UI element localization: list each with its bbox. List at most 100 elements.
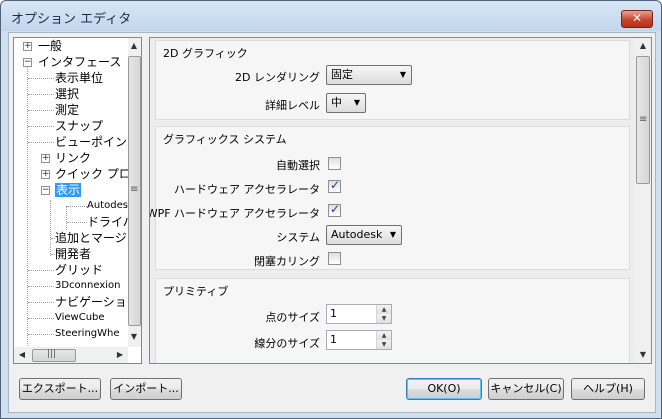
tree-item-label: スナップ [55, 119, 104, 133]
stepper-value: 1 [330, 333, 337, 346]
tree-connector [28, 142, 54, 143]
occlusion-culling-label: 閉塞カリング [254, 255, 320, 268]
tree-item-3dconnexion[interactable]: 3Dconnexion [55, 278, 120, 294]
hw-accelerator-checkbox[interactable]: ✓ [328, 178, 341, 193]
grip-icon: ≡ [639, 114, 648, 125]
tree-item-grid[interactable]: グリッド [55, 262, 103, 278]
button-label: キャンセル(C) [490, 382, 562, 395]
title-bar[interactable]: オプション エディタ ✕ [1, 1, 661, 31]
import-button[interactable]: インポート... [110, 378, 182, 400]
tree-item-snap[interactable]: スナップ [55, 118, 103, 134]
tree-connector [28, 334, 54, 335]
expand-icon[interactable]: + [23, 42, 32, 51]
expand-icon[interactable]: + [41, 154, 50, 163]
help-button[interactable]: ヘルプ(H) [571, 378, 645, 400]
scroll-right-icon[interactable]: ▶ [112, 347, 128, 363]
spin-down-icon[interactable]: ▼ [377, 314, 391, 323]
close-button[interactable]: ✕ [621, 10, 653, 28]
tree-item-quick-properties[interactable]: クイック プロパ [55, 166, 128, 182]
rendering-2d-dropdown[interactable]: 固定 ▼ [326, 65, 412, 85]
tree-vertical-scrollbar[interactable]: ▲ ≡ ▼ [128, 38, 141, 347]
collapse-icon[interactable]: − [41, 186, 50, 195]
wpf-hw-accelerator-checkbox[interactable]: ✓ [328, 202, 341, 217]
stepper-value: 1 [330, 307, 337, 320]
tree-horizontal-scrollbar[interactable]: ◀ ||| ▶ [14, 347, 128, 363]
chevron-down-icon: ▼ [389, 230, 396, 239]
tree-item-label: ViewCube [55, 312, 105, 323]
spin-up-icon[interactable]: ▲ [377, 331, 391, 340]
tree-item-label: 一般 [38, 39, 63, 53]
occlusion-culling-checkbox[interactable] [328, 252, 341, 265]
tree-item-label: ビューポイント [55, 135, 128, 149]
wpf-hw-accelerator-label: WPF ハードウェア アクセラレータ [150, 207, 320, 220]
collapse-icon[interactable]: − [23, 58, 32, 67]
tree-item-driver[interactable]: ドライバ [87, 214, 128, 230]
group-title: グラフィックス システム [163, 133, 287, 146]
check-icon: ✓ [330, 202, 341, 216]
tree-item-label: インタフェース [38, 55, 122, 69]
export-button[interactable]: エクスポート... [19, 378, 101, 400]
check-icon: ✓ [330, 178, 341, 192]
tree-item-display-units[interactable]: 表示単位 [55, 70, 103, 86]
ok-button[interactable]: OK(O) [406, 378, 482, 400]
tree-item-viewcube[interactable]: ViewCube [55, 310, 105, 326]
tree-connector [28, 286, 54, 287]
button-label: ヘルプ(H) [583, 382, 633, 395]
tree-item-label: 測定 [55, 103, 80, 117]
expand-icon[interactable]: + [41, 170, 50, 179]
dropdown-value: 固定 [331, 68, 353, 81]
tree-item-developer[interactable]: 開発者 [55, 246, 91, 262]
tree-item-navigation[interactable]: ナビゲーション [55, 294, 128, 310]
tree-item-label: SteeringWhe [55, 328, 120, 339]
tree-connector [28, 126, 54, 127]
group-primitives: プリミティブ 点のサイズ 1 ▲ ▼ 線分のサイズ 1 ▲ ▼ [155, 278, 630, 363]
spin-up-icon[interactable]: ▲ [377, 305, 391, 314]
scroll-down-icon[interactable]: ▼ [635, 347, 651, 363]
options-panel: 2D グラフィック 2D レンダリング 固定 ▼ 詳細レベル 中 ▼ グラフィッ… [149, 37, 652, 364]
dialog-client: + 一般 − インタフェース 表示単位 選択 測定 スナップ ビューポイント +… [8, 32, 656, 413]
tree-item-label: リンク [55, 151, 92, 165]
panel-vertical-scrollbar[interactable]: ▲ ≡ ▼ [635, 38, 651, 363]
system-dropdown[interactable]: Autodesk ▼ [326, 225, 402, 245]
spin-down-icon[interactable]: ▼ [377, 340, 391, 349]
close-icon: ✕ [631, 11, 643, 25]
tree-item-label: ドライバ [87, 215, 128, 229]
options-editor-window: オプション エディタ ✕ + 一般 − インタフェース 表示単位 選択 測定 ス… [0, 0, 662, 419]
options-panel-content: 2D グラフィック 2D レンダリング 固定 ▼ 詳細レベル 中 ▼ グラフィッ… [150, 38, 635, 363]
tree-viewport: + 一般 − インタフェース 表示単位 選択 測定 スナップ ビューポイント +… [14, 38, 128, 347]
cancel-button[interactable]: キャンセル(C) [488, 378, 564, 400]
button-label: エクスポート... [21, 382, 99, 395]
tree-item-general[interactable]: 一般 [38, 38, 62, 54]
tree-item-label: 表示単位 [55, 71, 104, 85]
tree-connector [27, 60, 28, 347]
window-title: オプション エディタ [11, 12, 132, 27]
tree-item-autodesk[interactable]: Autodes [87, 198, 128, 214]
tree-item-label: グリッド [55, 263, 104, 277]
hw-accelerator-label: ハードウェア アクセラレータ [174, 183, 320, 196]
tree-item-label: ナビゲーション [55, 295, 128, 309]
tree-connector [28, 270, 54, 271]
tree-item-display[interactable]: 表示 [55, 182, 82, 198]
scroll-up-icon[interactable]: ▲ [126, 38, 141, 54]
scroll-up-icon[interactable]: ▲ [635, 38, 651, 54]
tree-item-steeringwheels[interactable]: SteeringWhe [55, 326, 120, 342]
line-size-stepper[interactable]: 1 ▲ ▼ [326, 330, 392, 350]
tree-item-links[interactable]: リンク [55, 150, 91, 166]
stepper-buttons: ▲ ▼ [376, 331, 391, 349]
scroll-down-icon[interactable]: ▼ [126, 329, 141, 345]
dropdown-value: 中 [331, 96, 342, 109]
tree-item-measure[interactable]: 測定 [55, 102, 79, 118]
tree-connector [28, 94, 54, 95]
tree-item-viewpoint[interactable]: ビューポイント [55, 134, 128, 150]
group-2d-graphics: 2D グラフィック 2D レンダリング 固定 ▼ 詳細レベル 中 ▼ [155, 40, 630, 120]
detail-level-label: 詳細レベル [265, 99, 320, 112]
tree-item-append-merge[interactable]: 追加とマージ [55, 230, 127, 246]
tree-item-label: 開発者 [55, 247, 92, 261]
point-size-stepper[interactable]: 1 ▲ ▼ [326, 304, 392, 324]
tree-connector [28, 302, 54, 303]
scroll-left-icon[interactable]: ◀ [14, 347, 30, 363]
auto-select-checkbox[interactable] [328, 157, 341, 170]
tree-item-selection[interactable]: 選択 [55, 86, 79, 102]
tree-item-interface[interactable]: インタフェース [38, 54, 121, 70]
detail-level-dropdown[interactable]: 中 ▼ [326, 93, 366, 113]
